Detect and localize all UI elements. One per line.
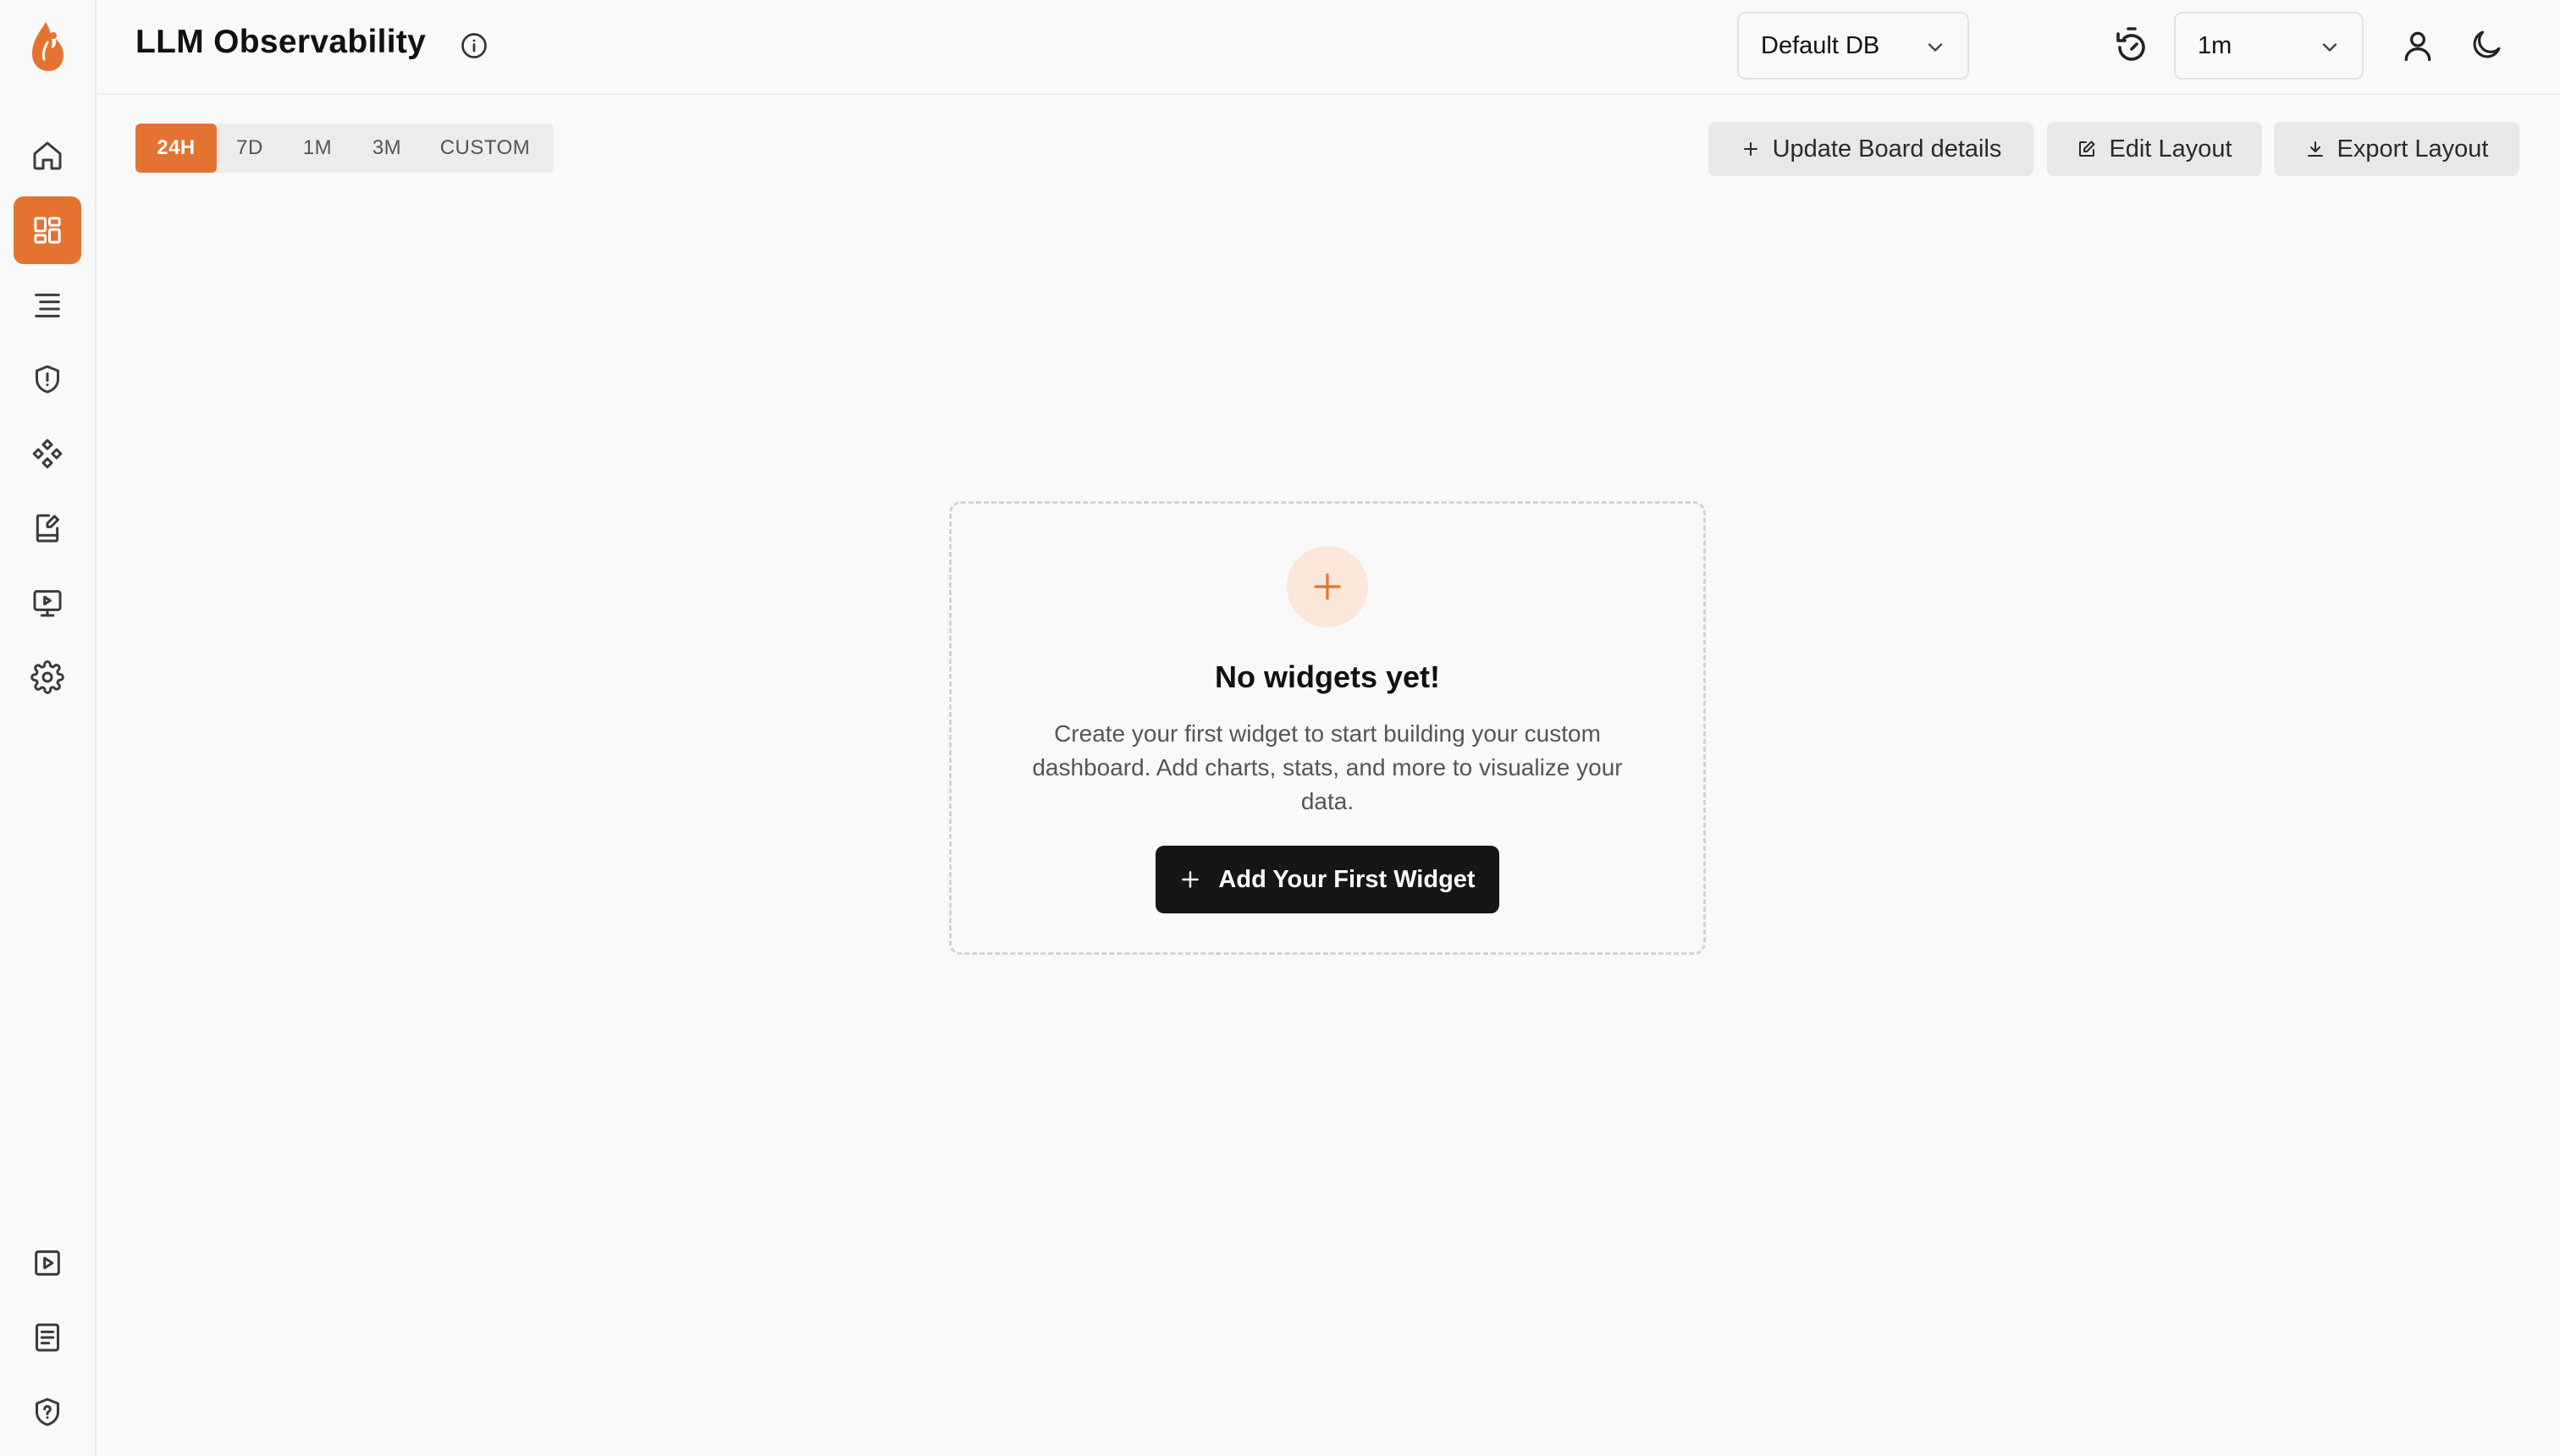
components-icon: [32, 438, 63, 469]
gear-icon: [30, 660, 64, 694]
time-range-tabs: 24H 7D 1M 3M CUSTOM: [135, 124, 554, 173]
empty-state-description: Create your first widget to start buildi…: [1032, 720, 1623, 814]
shield-alert-icon: [36, 365, 59, 394]
empty-widgets-card: No widgets yet! Create your first widget…: [949, 501, 1706, 955]
page-title: LLM Observability: [135, 24, 427, 60]
update-board-details-label: Update Board details: [1772, 135, 2002, 163]
info-icon[interactable]: [459, 30, 489, 61]
sidebar-item-home[interactable]: [14, 122, 81, 190]
timer-refresh-icon[interactable]: [2111, 25, 2152, 66]
sidebar-item-docs[interactable]: [14, 1304, 81, 1371]
tab-24h[interactable]: 24H: [135, 124, 217, 173]
tab-3m[interactable]: 3M: [352, 124, 422, 173]
top-header: LLM Observability Default DB 1m: [97, 0, 2560, 95]
plus-icon: [1743, 142, 1757, 156]
document-icon: [36, 1323, 59, 1352]
moon-icon[interactable]: [2469, 27, 2504, 63]
chevron-down-icon: [1923, 36, 1947, 59]
user-icon[interactable]: [2399, 27, 2436, 64]
plus-icon: [1182, 871, 1200, 888]
sidebar-item-prompts[interactable]: [14, 420, 81, 488]
tab-custom[interactable]: CUSTOM: [422, 124, 549, 173]
refresh-interval-select[interactable]: 1m: [2174, 12, 2364, 80]
shield-help-icon: [36, 1398, 59, 1426]
dashboard-grid-icon: [34, 217, 61, 244]
notebook-edit-icon: [36, 514, 59, 543]
update-board-details-button[interactable]: Update Board details: [1708, 122, 2033, 176]
sidebar-item-demo[interactable]: [14, 1229, 81, 1297]
sidebar-item-settings[interactable]: [14, 643, 81, 711]
tab-7d[interactable]: 7D: [217, 124, 283, 173]
chevron-down-icon: [2318, 36, 2342, 59]
monitor-play-icon: [33, 590, 62, 617]
edit-layout-label: Edit Layout: [2109, 135, 2232, 163]
export-layout-button[interactable]: Export Layout: [2274, 122, 2519, 176]
sidebar-item-help[interactable]: [14, 1378, 81, 1446]
add-first-widget-label: Add Your First Widget: [1218, 865, 1476, 893]
sidebar-item-dashboards[interactable]: [14, 196, 81, 264]
tab-1m[interactable]: 1M: [283, 124, 352, 173]
home-icon: [33, 141, 62, 170]
sidebar-item-guardrails[interactable]: [14, 345, 81, 413]
sidebar-item-requests[interactable]: [14, 271, 81, 339]
sidebar-item-vault[interactable]: [14, 569, 81, 637]
edit-layout-button[interactable]: Edit Layout: [2047, 122, 2262, 176]
download-icon: [2307, 141, 2323, 157]
play-square-icon: [35, 1250, 60, 1276]
sidebar: [0, 0, 97, 1456]
add-widget-plus-icon[interactable]: [1287, 546, 1368, 627]
add-first-widget-button[interactable]: Add Your First Widget: [1156, 846, 1499, 913]
sidebar-item-evaluations[interactable]: [14, 494, 81, 562]
database-select-value: Default DB: [1761, 31, 1880, 59]
empty-state-title: No widgets yet!: [1214, 659, 1441, 694]
refresh-interval-value: 1m: [2198, 31, 2232, 59]
export-layout-label: Export Layout: [2337, 135, 2489, 163]
list-icon: [35, 293, 60, 317]
app-logo-icon[interactable]: [25, 17, 69, 76]
edit-icon: [2079, 141, 2095, 157]
database-select[interactable]: Default DB: [1737, 12, 1969, 80]
